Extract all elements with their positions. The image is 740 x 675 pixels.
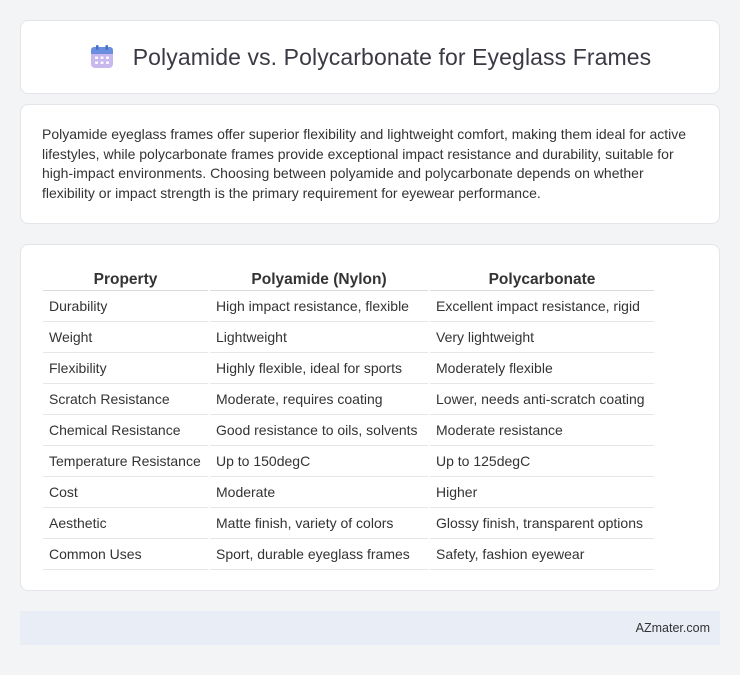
cell-polycarbonate: Moderately flexible xyxy=(430,353,654,384)
intro-paragraph: Polyamide eyeglass frames offer superior… xyxy=(42,126,687,201)
column-header-polycarbonate: Polycarbonate xyxy=(430,265,654,291)
cell-polycarbonate: Excellent impact resistance, rigid xyxy=(430,291,654,322)
table-row: Scratch Resistance Moderate, requires co… xyxy=(43,384,654,415)
comparison-table-card: Property Polyamide (Nylon) Polycarbonate… xyxy=(20,244,720,591)
cell-property: Common Uses xyxy=(43,539,208,570)
cell-polyamide: Moderate, requires coating xyxy=(210,384,428,415)
column-header-property: Property xyxy=(43,265,208,291)
column-header-polyamide: Polyamide (Nylon) xyxy=(210,265,428,291)
cell-property: Temperature Resistance xyxy=(43,446,208,477)
cell-polyamide: Up to 150degC xyxy=(210,446,428,477)
cell-property: Durability xyxy=(43,291,208,322)
cell-polycarbonate: Lower, needs anti-scratch coating xyxy=(430,384,654,415)
header: Polyamide vs. Polycarbonate for Eyeglass… xyxy=(89,44,652,71)
cell-property: Chemical Resistance xyxy=(43,415,208,446)
table-row: Cost Moderate Higher xyxy=(43,477,654,508)
page-title: Polyamide vs. Polycarbonate for Eyeglass… xyxy=(132,43,652,70)
table-row: Common Uses Sport, durable eyeglass fram… xyxy=(43,539,654,570)
cell-polyamide: Matte finish, variety of colors xyxy=(210,508,428,539)
cell-polyamide: Moderate xyxy=(210,477,428,508)
intro-card: Polyamide eyeglass frames offer superior… xyxy=(20,104,720,224)
cell-property: Flexibility xyxy=(43,353,208,384)
cell-polycarbonate: Glossy finish, transparent options xyxy=(430,508,654,539)
cell-polycarbonate: Higher xyxy=(430,477,654,508)
table-row: Temperature Resistance Up to 150degC Up … xyxy=(43,446,654,477)
table-row: Weight Lightweight Very lightweight xyxy=(43,322,654,353)
table-header-row: Property Polyamide (Nylon) Polycarbonate xyxy=(43,265,654,291)
footer-credit: AZmater.com xyxy=(635,621,710,635)
table-row: Durability High impact resistance, flexi… xyxy=(43,291,654,322)
footer: AZmater.com xyxy=(20,611,720,645)
cell-polyamide: High impact resistance, flexible xyxy=(210,291,428,322)
cell-property: Weight xyxy=(43,322,208,353)
cell-polyamide: Highly flexible, ideal for sports xyxy=(210,353,428,384)
header-card: Polyamide vs. Polycarbonate for Eyeglass… xyxy=(20,20,720,94)
calendar-icon xyxy=(89,44,115,70)
cell-property: Scratch Resistance xyxy=(43,384,208,415)
table-row: Flexibility Highly flexible, ideal for s… xyxy=(43,353,654,384)
cell-polycarbonate: Up to 125degC xyxy=(430,446,654,477)
cell-polyamide: Good resistance to oils, solvents xyxy=(210,415,428,446)
cell-property: Aesthetic xyxy=(43,508,208,539)
cell-property: Cost xyxy=(43,477,208,508)
table-row: Aesthetic Matte finish, variety of color… xyxy=(43,508,654,539)
cell-polyamide: Sport, durable eyeglass frames xyxy=(210,539,428,570)
cell-polycarbonate: Moderate resistance xyxy=(430,415,654,446)
cell-polycarbonate: Safety, fashion eyewear xyxy=(430,539,654,570)
cell-polyamide: Lightweight xyxy=(210,322,428,353)
comparison-table: Property Polyamide (Nylon) Polycarbonate… xyxy=(41,265,656,570)
table-row: Chemical Resistance Good resistance to o… xyxy=(43,415,654,446)
cell-polycarbonate: Very lightweight xyxy=(430,322,654,353)
